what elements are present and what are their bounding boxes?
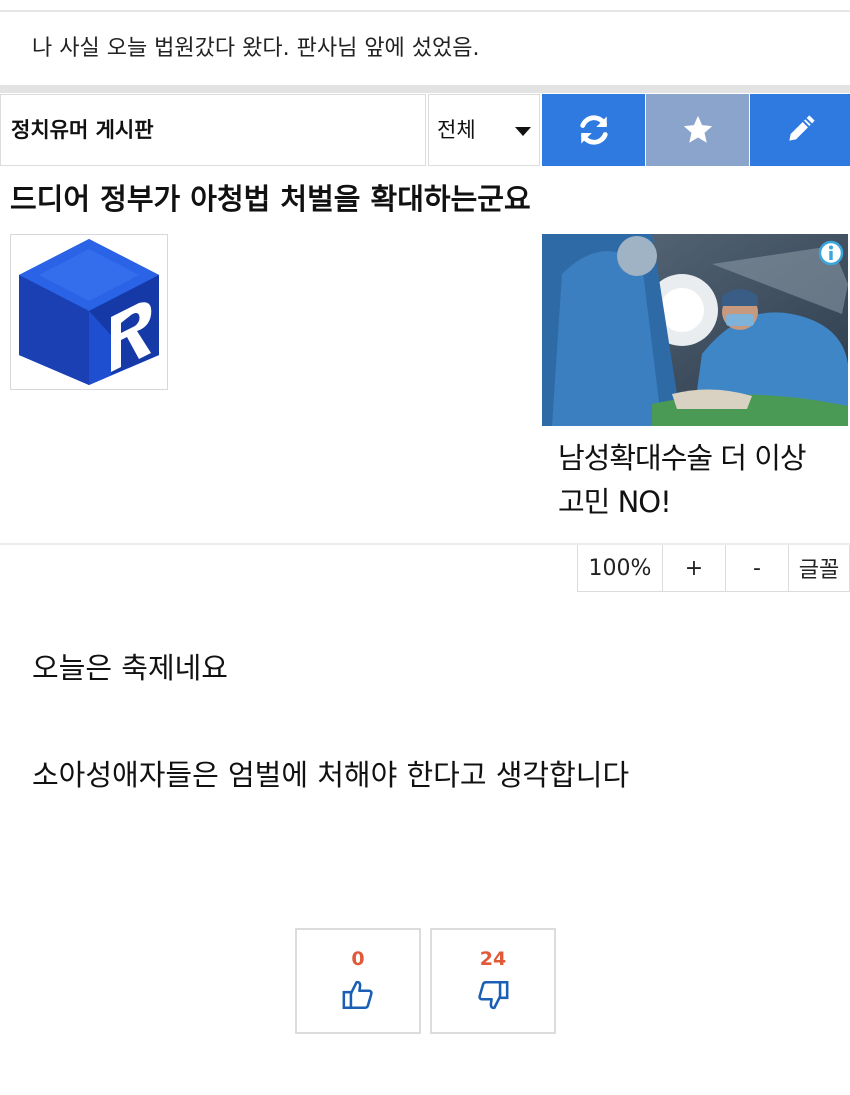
upvote-count: 0: [351, 948, 365, 970]
ad-image[interactable]: [542, 234, 848, 426]
previous-post-title[interactable]: 나 사실 오늘 법원갔다 왔다. 판사님 앞에 섰었음.: [32, 30, 480, 62]
refresh-button[interactable]: [542, 94, 645, 166]
pencil-icon: [789, 115, 815, 141]
ad-text[interactable]: 남성확대수술 더 이상 고민 NO!: [558, 436, 838, 524]
zoom-level[interactable]: 100%: [577, 545, 663, 592]
font-toolbar: 100% + - 글꼴: [577, 545, 850, 592]
site-logo: [10, 234, 168, 390]
section-divider: [0, 85, 850, 93]
downvote-button[interactable]: 24: [430, 928, 556, 1034]
write-button[interactable]: [750, 94, 850, 166]
top-divider: [0, 10, 850, 12]
thumbs-up-icon: [342, 980, 373, 1010]
font-decrease-button[interactable]: -: [725, 545, 789, 592]
post-paragraph: 오늘은 축제네요: [32, 651, 228, 685]
filter-select[interactable]: 전체: [428, 94, 540, 166]
font-increase-button[interactable]: +: [662, 545, 726, 592]
board-name[interactable]: 정치유머 게시판: [0, 94, 426, 166]
info-icon: [818, 240, 844, 266]
chevron-down-icon: [515, 127, 531, 136]
ad-info-button[interactable]: [818, 240, 844, 266]
font-select-button[interactable]: 글꼴: [788, 545, 850, 592]
thumbs-down-icon: [478, 980, 509, 1010]
post-title: 드디어 정부가 아청법 처벌을 확대하는군요: [10, 182, 531, 216]
filter-selected-value: 전체: [437, 118, 476, 142]
star-icon: [683, 115, 712, 143]
post-paragraph: 소아성애자들은 엄벌에 처해야 한다고 생각합니다: [32, 758, 630, 792]
upvote-button[interactable]: 0: [295, 928, 421, 1034]
board-toolbar: 정치유머 게시판 전체: [0, 94, 850, 168]
favorite-button[interactable]: [646, 94, 749, 166]
downvote-count: 24: [479, 948, 507, 970]
refresh-icon: [579, 115, 608, 145]
